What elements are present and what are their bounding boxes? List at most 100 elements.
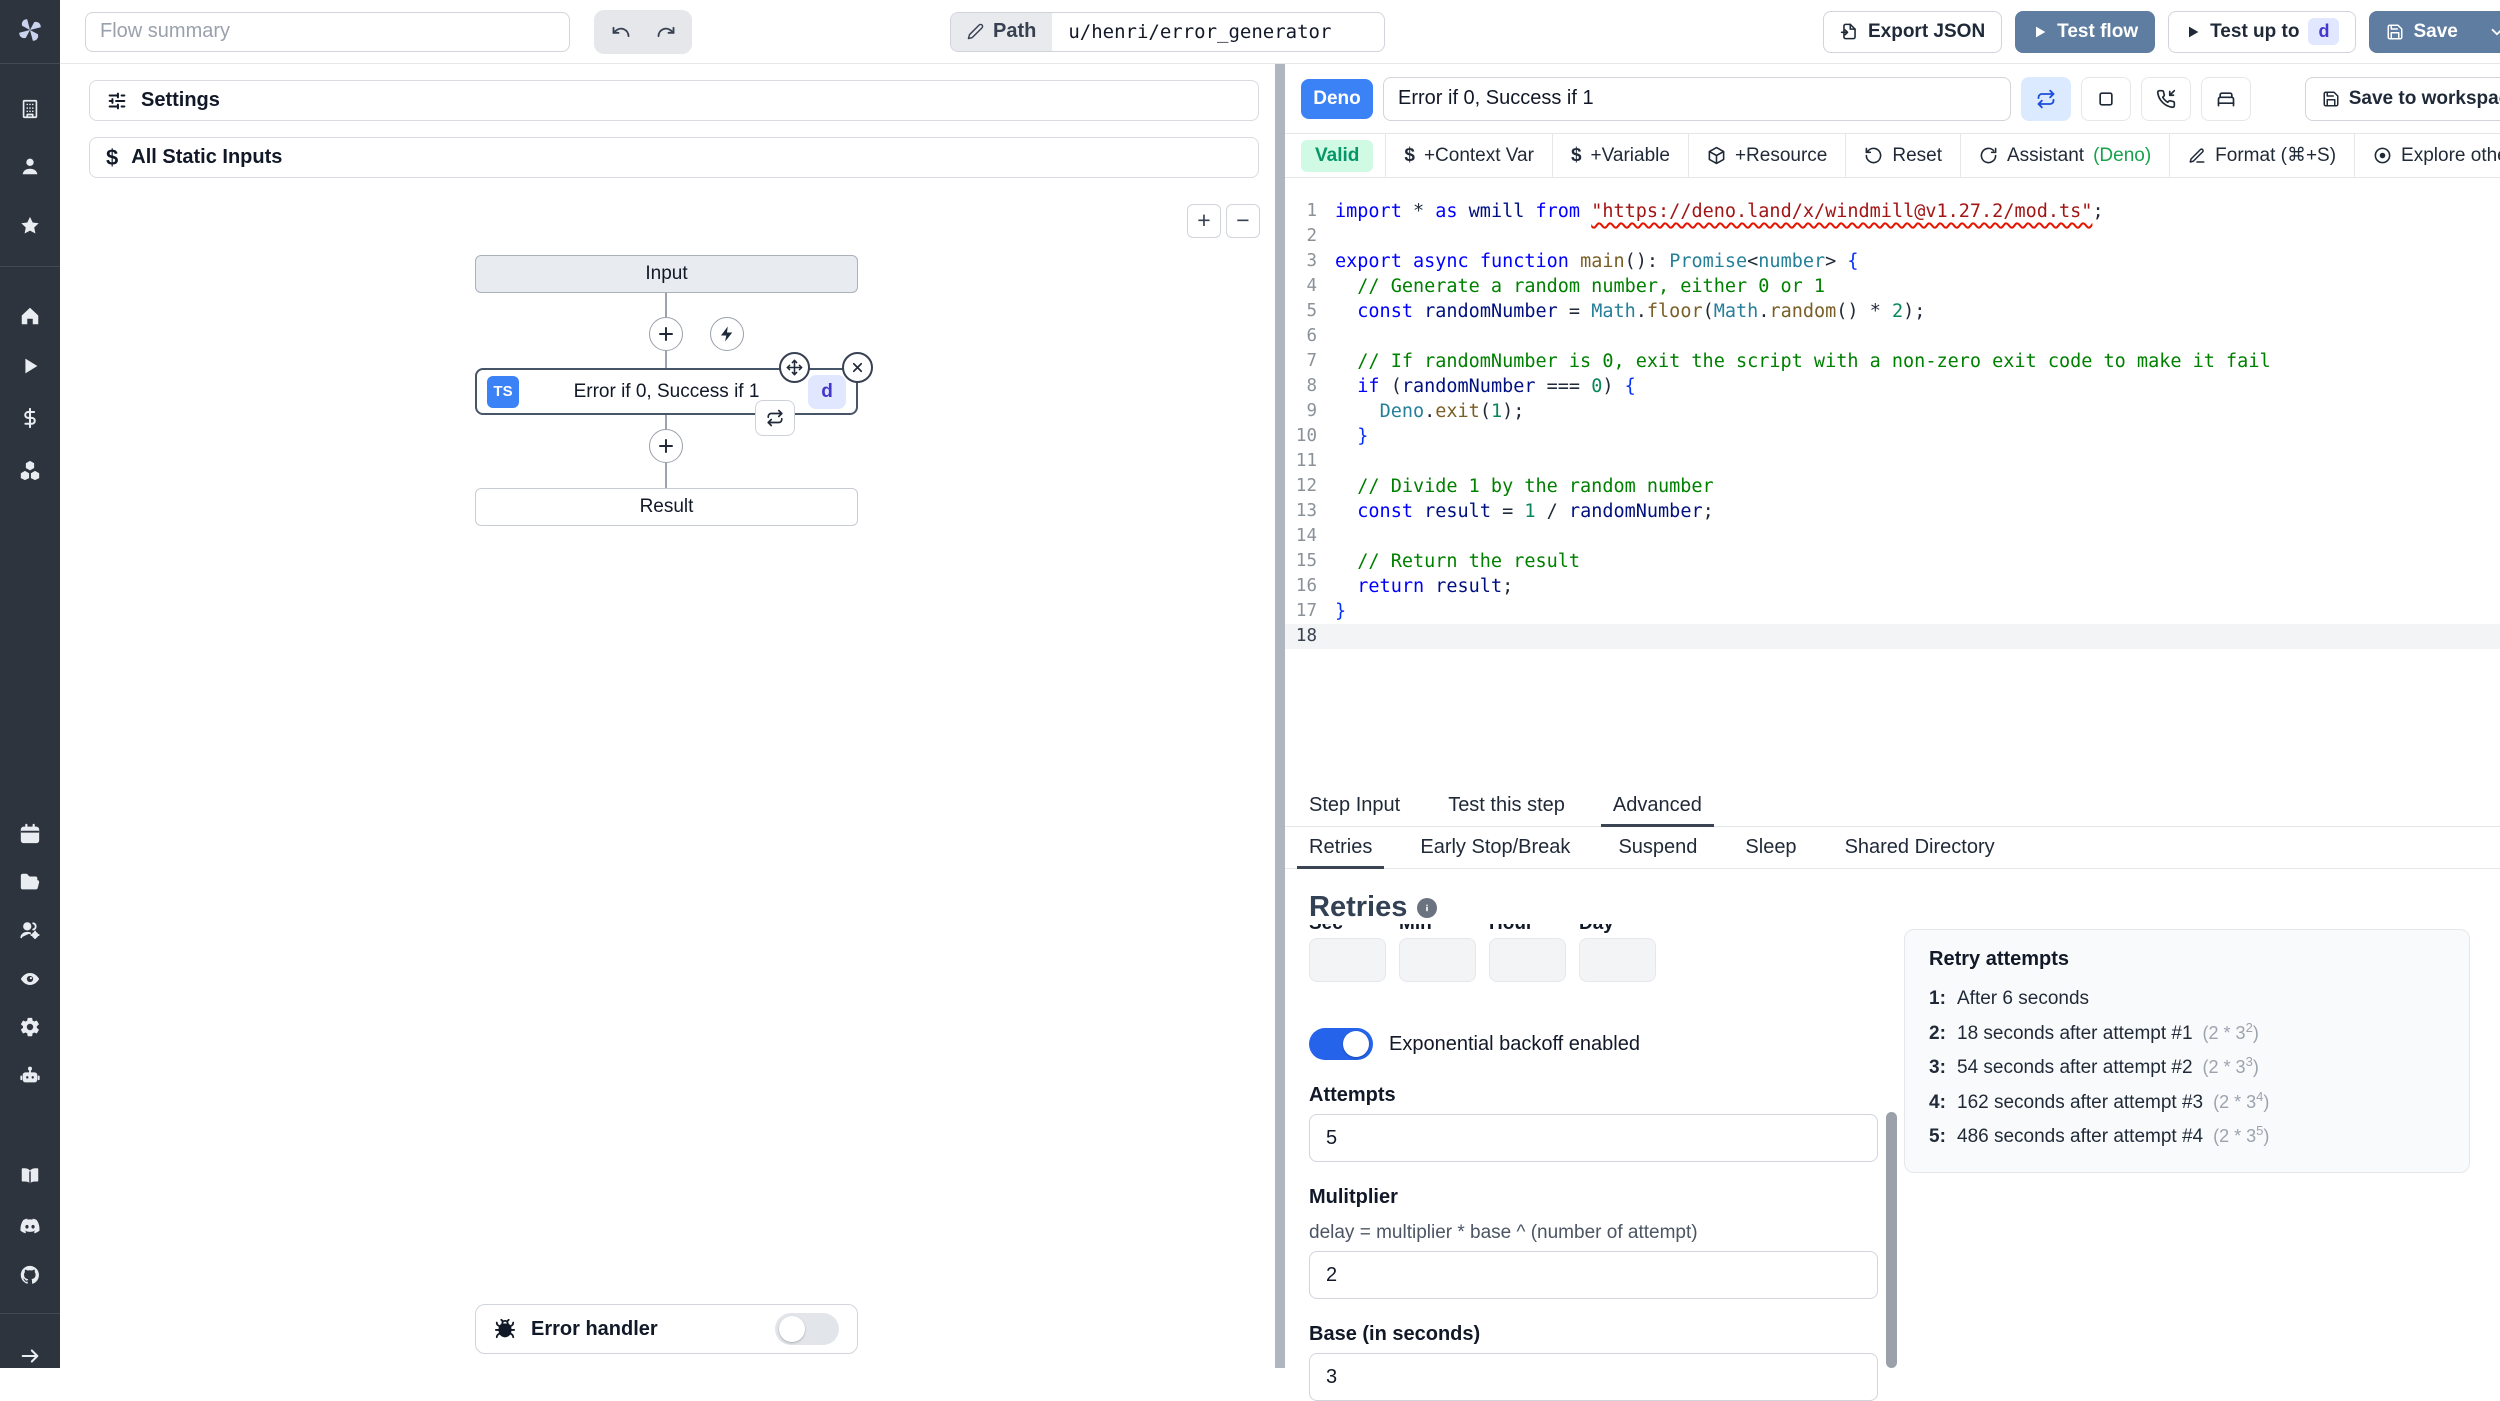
panel-resize-handle[interactable] xyxy=(1275,64,1285,1368)
path-value[interactable]: u/henri/error_generator xyxy=(1052,13,1384,51)
step-title-input[interactable] xyxy=(1383,76,2011,121)
sidebar-item-folders[interactable] xyxy=(0,870,60,893)
all-static-inputs-button[interactable]: $ All Static Inputs xyxy=(89,137,1259,178)
sidebar-collapse-button[interactable] xyxy=(0,1345,60,1368)
assistant-button[interactable]: Assistant (Deno) xyxy=(1961,134,2169,177)
plus-icon xyxy=(659,439,673,453)
add-variable-button[interactable]: $ +Variable xyxy=(1553,134,1688,177)
flow-summary-input[interactable] xyxy=(85,11,570,52)
sidebar-divider xyxy=(0,266,60,268)
sidebar-item-discord[interactable] xyxy=(0,1214,60,1237)
windmill-flow-editor: Path u/henri/error_generator Export JSON… xyxy=(0,0,2500,1401)
sidebar-item-schedules[interactable] xyxy=(0,822,60,845)
save-dropdown-button[interactable] xyxy=(2474,10,2500,53)
package-icon xyxy=(1708,146,1725,165)
add-step-button-top[interactable] xyxy=(649,317,683,351)
subtab-suspend[interactable]: Suspend xyxy=(1618,827,1697,868)
subtab-retries[interactable]: Retries xyxy=(1296,827,1385,869)
sidebar-item-resources[interactable] xyxy=(0,458,60,481)
retry-hour-field: Hour xyxy=(1489,920,1566,982)
sidebar-item-github[interactable] xyxy=(0,1263,60,1286)
flow-settings-label: Settings xyxy=(141,89,220,111)
retry-day-input[interactable] xyxy=(1579,938,1656,982)
sidebar-item-workers[interactable] xyxy=(0,1064,60,1087)
test-flow-label: Test flow xyxy=(2057,20,2139,42)
error-handler-toggle[interactable] xyxy=(775,1313,839,1345)
add-trigger-button[interactable] xyxy=(710,317,744,351)
code-line: 18 xyxy=(1285,624,2500,649)
flow-settings-button[interactable]: Settings xyxy=(89,80,1259,121)
add-step-button-bottom[interactable] xyxy=(649,429,683,463)
delete-step-button[interactable] xyxy=(842,352,873,383)
save-button-group: Save xyxy=(2369,10,2500,53)
test-flow-button[interactable]: Test flow xyxy=(2015,10,2156,53)
sidebar-item-logo[interactable] xyxy=(0,16,60,44)
path-label: Path xyxy=(993,20,1037,42)
all-static-inputs-label: All Static Inputs xyxy=(131,146,283,168)
path-field[interactable]: Path u/henri/error_generator xyxy=(950,11,1386,52)
sidebar-item-workspace[interactable] xyxy=(0,97,60,120)
add-resource-button[interactable]: +Resource xyxy=(1689,134,1845,177)
retry-min-input[interactable] xyxy=(1399,938,1476,982)
suspend-icon-button[interactable] xyxy=(2141,76,2191,121)
tab-advanced[interactable]: Advanced xyxy=(1600,785,1714,827)
sidebar-item-user[interactable] xyxy=(0,154,60,177)
save-to-workspace-button[interactable]: Save to workspace xyxy=(2304,76,2500,121)
attempts-input[interactable] xyxy=(1309,1114,1878,1162)
sidebar-item-favorites[interactable] xyxy=(0,214,60,237)
input-node[interactable]: Input xyxy=(475,255,858,293)
zoom-in-button[interactable]: + xyxy=(1187,204,1221,238)
early-stop-icon-button[interactable] xyxy=(2081,76,2131,121)
star-icon xyxy=(21,216,39,234)
export-json-button[interactable]: Export JSON xyxy=(1822,10,2003,53)
retry-sec-input[interactable] xyxy=(1309,938,1386,982)
error-handler-card[interactable]: Error handler xyxy=(475,1304,858,1354)
result-node[interactable]: Result xyxy=(475,488,858,526)
base-input[interactable] xyxy=(1309,1353,1878,1401)
save-to-workspace-label: Save to workspace xyxy=(2348,87,2500,109)
subtab-shared-directory[interactable]: Shared Directory xyxy=(1845,827,1995,868)
subtab-early-stop[interactable]: Early Stop/Break xyxy=(1420,827,1570,868)
add-context-var-label: +Context Var xyxy=(1423,144,1534,166)
play-icon xyxy=(2189,26,2199,37)
main-content: Settings $ All Static Inputs + − Input T… xyxy=(60,64,2500,1401)
step-node-title: Error if 0, Success if 1 xyxy=(573,380,760,402)
bolt-icon xyxy=(721,326,733,342)
sidebar-item-docs[interactable] xyxy=(0,1164,60,1187)
tab-test-this-step[interactable]: Test this step xyxy=(1448,785,1565,826)
typescript-badge: TS xyxy=(487,375,519,408)
retries-icon-button[interactable] xyxy=(2021,76,2071,121)
assistant-label: Assistant xyxy=(2007,144,2085,166)
scrollbar-thumb[interactable] xyxy=(1886,1112,1897,1368)
sidebar-item-variables[interactable] xyxy=(0,406,60,429)
explore-scripts-button[interactable]: Explore other s xyxy=(2355,134,2500,177)
test-up-to-button[interactable]: Test up to d xyxy=(2168,10,2357,53)
add-context-var-button[interactable]: $ +Context Var xyxy=(1386,134,1552,177)
subtab-sleep[interactable]: Sleep xyxy=(1745,827,1796,868)
redo-button[interactable] xyxy=(643,14,688,50)
code-line: 8 if (randomNumber === 0) { xyxy=(1306,376,1636,397)
sidebar-item-home[interactable] xyxy=(0,304,60,327)
code-editor[interactable]: 1 import * as wmill from "https://deno.la… xyxy=(1285,178,2500,785)
sidebar-item-groups[interactable] xyxy=(0,919,60,942)
phone-incoming-icon xyxy=(2156,89,2176,108)
multiplier-input[interactable] xyxy=(1309,1251,1878,1299)
code-line: 17} xyxy=(1295,601,1347,622)
zoom-out-button[interactable]: − xyxy=(1226,204,1260,238)
undo-button[interactable] xyxy=(598,14,643,50)
retry-hour-input[interactable] xyxy=(1489,938,1566,982)
format-button[interactable]: Format (⌘+S) xyxy=(2170,134,2354,177)
sidebar-item-audit-logs[interactable] xyxy=(0,967,60,990)
exponential-backoff-toggle[interactable] xyxy=(1309,1028,1373,1060)
reset-button[interactable]: Reset xyxy=(1846,134,1960,177)
move-step-handle[interactable] xyxy=(779,352,810,383)
save-button[interactable]: Save xyxy=(2369,10,2475,53)
tab-step-input[interactable]: Step Input xyxy=(1309,785,1400,826)
sidebar-item-runs[interactable] xyxy=(0,355,60,378)
sleep-icon-button[interactable] xyxy=(2201,76,2251,121)
info-icon[interactable] xyxy=(1417,897,1438,918)
save-icon xyxy=(2387,24,2403,39)
sidebar-item-settings[interactable] xyxy=(0,1016,60,1039)
step-retry-indicator[interactable] xyxy=(755,400,795,436)
explore-scripts-label: Explore other s xyxy=(2401,144,2500,166)
